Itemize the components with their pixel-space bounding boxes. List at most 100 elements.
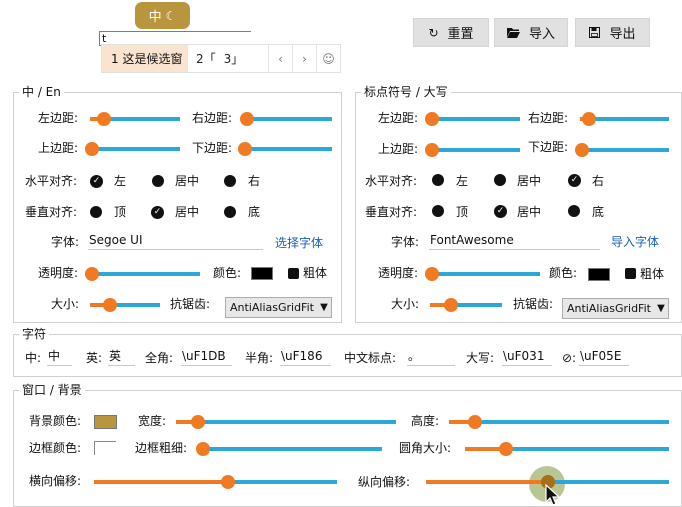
ime-indicator-preview: 中 ☾ <box>135 2 190 29</box>
valign-middle-option: 居中 <box>517 205 542 219</box>
caps-field[interactable]: \uF031 <box>502 349 552 366</box>
candidate-window: 1 这是候选窗 2「 3」 ‹ › ☺ <box>101 44 341 73</box>
radio-dot[interactable] <box>224 175 236 187</box>
candidate-selected[interactable]: 1 这是候选窗 <box>102 45 188 72</box>
group-title: 标点符号 / 大写 <box>361 85 451 99</box>
border-color-label: 边框颜色: <box>29 441 82 455</box>
align-center-option: 居中 <box>517 174 542 188</box>
import-font-link[interactable]: 导入字体 <box>611 235 659 249</box>
size-slider[interactable] <box>90 298 160 312</box>
border-color-swatch[interactable] <box>94 441 116 455</box>
halfwidth-field[interactable]: \uF186 <box>280 349 331 366</box>
top-margin-slider[interactable] <box>424 143 520 157</box>
bold-label: 粗体 <box>640 267 665 281</box>
check-icon[interactable]: ✓ <box>494 205 507 218</box>
export-button[interactable]: 导出 <box>575 18 650 47</box>
emoji-icon[interactable]: ☺ <box>316 45 340 72</box>
top-margin-slider[interactable] <box>84 142 180 156</box>
opacity-slider[interactable] <box>425 267 540 281</box>
right-margin-slider[interactable] <box>239 112 332 126</box>
choose-font-link[interactable]: 选择字体 <box>275 236 323 250</box>
indicator-label: 中 <box>148 10 162 25</box>
radio-dot[interactable] <box>152 175 164 187</box>
folder-open-icon <box>506 28 520 38</box>
left-margin-slider[interactable] <box>424 112 520 126</box>
zh-char-label: 中: <box>25 351 42 365</box>
antialias-label: 抗锯齿: <box>513 297 554 311</box>
opacity-label: 透明度: <box>378 266 419 280</box>
disabled-label: ⊘: <box>562 351 577 365</box>
check-icon[interactable]: ✓ <box>151 206 164 219</box>
import-label: 导入 <box>528 27 555 42</box>
reset-button[interactable]: ↻ 重置 <box>413 18 489 47</box>
candidate-item[interactable]: 2「 <box>188 50 216 67</box>
height-label: 高度: <box>411 414 440 428</box>
align-right-option: 右 <box>592 174 605 188</box>
fullwidth-field[interactable]: \uF1DB <box>181 349 232 366</box>
align-left-option: 左 <box>114 174 127 188</box>
checkbox[interactable] <box>625 268 636 279</box>
radio-dot[interactable] <box>224 206 236 218</box>
border-width-label: 边框粗细: <box>135 441 188 455</box>
width-label: 宽度: <box>138 414 167 428</box>
radio-dot[interactable] <box>494 174 506 186</box>
bottom-margin-slider[interactable] <box>237 142 332 156</box>
valign-bottom-option: 底 <box>248 205 261 219</box>
antialias-label: 抗锯齿: <box>170 297 211 311</box>
refresh-icon: ↻ <box>428 25 439 40</box>
size-label: 大小: <box>391 297 420 311</box>
antialias-select[interactable]: AntiAliasGridFit ▼ <box>225 297 332 318</box>
checkbox[interactable] <box>288 268 299 279</box>
radius-slider[interactable] <box>465 442 669 456</box>
radio-dot[interactable] <box>568 205 580 217</box>
bottom-margin-slider[interactable] <box>574 143 669 157</box>
import-button[interactable]: 导入 <box>494 18 568 47</box>
bg-color-label: 背景颜色: <box>29 414 82 428</box>
color-swatch[interactable] <box>588 268 610 281</box>
v-offset-label: 纵向偏移: <box>358 475 411 489</box>
font-label: 字体: <box>51 235 80 249</box>
font-name-field[interactable]: FontAwesome <box>429 233 600 250</box>
check-icon[interactable]: ✓ <box>568 174 581 187</box>
zh-char-field[interactable]: 中 <box>47 349 72 366</box>
radio-dot[interactable] <box>432 174 444 186</box>
height-slider[interactable] <box>449 415 669 429</box>
next-page-icon[interactable]: › <box>292 45 316 72</box>
align-center-option: 居中 <box>175 174 200 188</box>
antialias-select[interactable]: AntiAliasGridFit ▼ <box>562 298 669 319</box>
right-margin-label: 右边距: <box>192 111 233 125</box>
opacity-slider[interactable] <box>85 267 200 281</box>
h-offset-slider[interactable] <box>94 475 337 489</box>
radio-dot[interactable] <box>432 205 444 217</box>
top-margin-label: 上边距: <box>378 142 419 156</box>
left-margin-label: 左边距: <box>378 111 419 125</box>
radius-label: 圆角大小: <box>399 441 452 455</box>
h-align-label: 水平对齐: <box>365 174 418 188</box>
moon-icon: ☾ <box>165 8 177 23</box>
fullwidth-label: 全角: <box>145 351 174 365</box>
disabled-field[interactable]: \uF05E <box>579 349 629 366</box>
export-label: 导出 <box>609 27 636 42</box>
group-title: 字符 <box>19 327 50 341</box>
left-margin-slider[interactable] <box>90 112 180 126</box>
valign-top-option: 顶 <box>456 205 469 219</box>
right-margin-slider[interactable] <box>580 112 669 126</box>
candidate-item[interactable]: 3」 <box>216 50 244 67</box>
check-icon[interactable]: ✓ <box>90 175 103 188</box>
prev-page-icon[interactable]: ‹ <box>268 45 292 72</box>
top-margin-label: 上边距: <box>38 141 79 155</box>
bottom-margin-label: 下边距: <box>192 141 233 155</box>
mouse-pointer-icon <box>545 484 561 506</box>
font-name-field[interactable]: Segoe UI <box>88 233 263 250</box>
width-slider[interactable] <box>176 415 396 429</box>
en-char-label: 英: <box>86 351 103 365</box>
cn-punct-field[interactable]: 。 <box>407 349 455 366</box>
group-title: 窗口 / 背景 <box>19 383 85 397</box>
size-slider[interactable] <box>430 298 502 312</box>
border-width-slider[interactable] <box>195 442 382 456</box>
bg-color-swatch[interactable] <box>94 415 117 429</box>
bottom-margin-label: 下边距: <box>528 140 569 154</box>
color-swatch[interactable] <box>251 267 273 280</box>
en-char-field[interactable]: 英 <box>108 349 135 366</box>
radio-dot[interactable] <box>90 206 102 218</box>
